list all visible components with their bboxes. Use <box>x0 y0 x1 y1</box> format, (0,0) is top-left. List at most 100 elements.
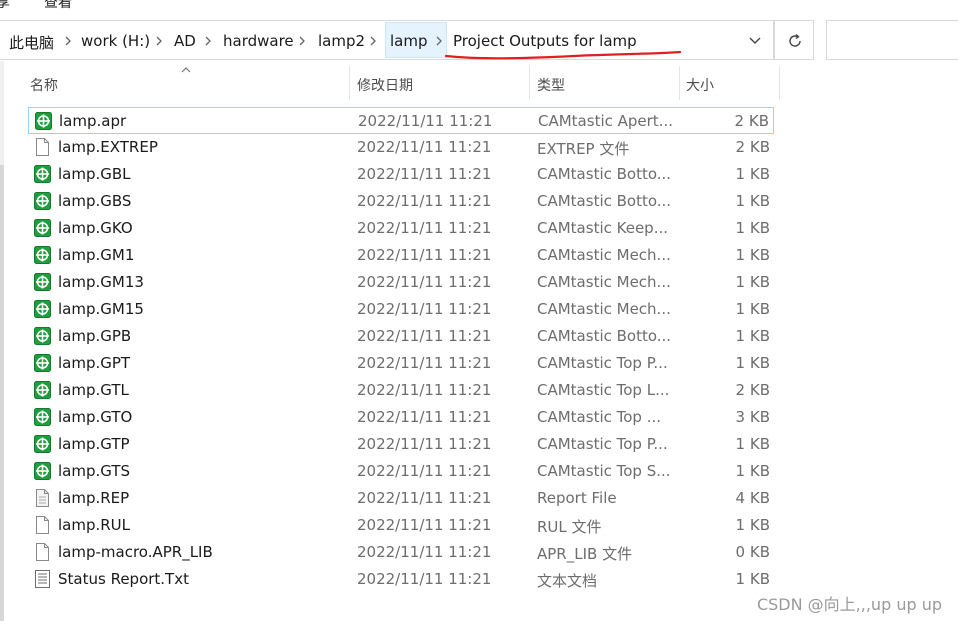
file-type: RUL 文件 <box>537 518 602 536</box>
file-row[interactable]: lamp.GKO 2022/11/11 11:21 CAMtastic Keep..… <box>28 215 774 242</box>
file-row[interactable]: lamp.GTO 2022/11/11 11:21 CAMtastic Top ..… <box>28 404 774 431</box>
cam-icon <box>34 165 51 183</box>
file-date: 2022/11/11 11:21 <box>357 570 492 588</box>
chevron-right-icon[interactable] <box>296 35 308 47</box>
file-type: CAMtastic Keep... <box>537 219 669 237</box>
file-size: 2 KB <box>735 138 770 156</box>
file-date: 2022/11/11 11:21 <box>357 138 492 156</box>
file-type: 文本文档 <box>537 572 598 590</box>
breadcrumb-hardware[interactable]: hardware <box>223 32 294 50</box>
file-type: CAMtastic Top P... <box>537 435 668 453</box>
file-icon <box>34 516 51 534</box>
file-type: EXTREP 文件 <box>537 140 630 158</box>
column-header-date[interactable]: 修改日期 <box>357 66 527 100</box>
file-date: 2022/11/11 11:21 <box>357 327 492 345</box>
red-underline-annotation <box>444 50 682 60</box>
cam-icon <box>34 354 51 372</box>
file-name: lamp.apr <box>59 112 127 130</box>
file-row[interactable]: lamp-macro.APR_LIB 2022/11/11 11:21 APR_LI… <box>28 539 774 566</box>
file-row[interactable]: lamp.GTL 2022/11/11 11:21 CAMtastic Top L.… <box>28 377 774 404</box>
file-name: lamp.GKO <box>58 219 133 237</box>
file-name: lamp.GTO <box>58 408 133 426</box>
chevron-right-icon[interactable] <box>367 35 379 47</box>
watermark: CSDN @向上,,,up up up <box>756 595 942 614</box>
column-header-type[interactable]: 类型 <box>537 66 677 100</box>
file-icon <box>34 543 51 561</box>
breadcrumb-work-drive[interactable]: work (H:) <box>81 32 150 50</box>
file-type: CAMtastic Top L... <box>537 381 670 399</box>
chevron-down-icon[interactable] <box>748 35 762 47</box>
file-date: 2022/11/11 11:21 <box>357 165 492 183</box>
chevron-right-icon[interactable] <box>62 35 74 47</box>
file-size: 3 KB <box>735 408 770 426</box>
file-size: 1 KB <box>735 273 770 291</box>
file-row[interactable]: lamp.GTS 2022/11/11 11:21 CAMtastic Top S.… <box>28 458 774 485</box>
file-row[interactable]: lamp.REP 2022/11/11 11:21 Report File 4 KB <box>28 485 774 512</box>
file-date: 2022/11/11 11:21 <box>357 246 492 264</box>
file-row[interactable]: lamp.GPT 2022/11/11 11:21 CAMtastic Top P.… <box>28 350 774 377</box>
file-size: 1 KB <box>735 300 770 318</box>
file-name: lamp.GM13 <box>58 273 144 291</box>
file-row[interactable]: lamp.EXTREP 2022/11/11 11:21 EXTREP 文件 2 KB <box>28 134 774 161</box>
file-name: lamp-macro.APR_LIB <box>58 543 213 561</box>
file-icon <box>34 138 51 156</box>
cam-icon <box>34 273 51 291</box>
file-size: 1 KB <box>735 246 770 264</box>
file-row[interactable]: lamp.GBS 2022/11/11 11:21 CAMtastic Botto.… <box>28 188 774 215</box>
file-date: 2022/11/11 11:21 <box>357 462 492 480</box>
cam-icon <box>34 435 51 453</box>
cam-icon <box>34 408 51 426</box>
chevron-right-icon[interactable] <box>202 35 214 47</box>
chevron-right-icon[interactable] <box>153 35 165 47</box>
file-name: Status Report.Txt <box>58 570 189 588</box>
file-type: CAMtastic Apert... <box>538 112 673 130</box>
report-file-icon <box>34 489 51 507</box>
breadcrumb-lamp[interactable]: lamp <box>390 32 428 50</box>
ribbon-tab-share[interactable]: 享 <box>0 0 10 10</box>
column-divider[interactable] <box>529 66 530 100</box>
column-header-size[interactable]: 大小 <box>686 66 778 100</box>
file-name: lamp.GTP <box>58 435 130 453</box>
file-size: 1 KB <box>735 165 770 183</box>
column-divider[interactable] <box>679 66 680 100</box>
cam-icon <box>34 327 51 345</box>
ribbon-tab-view[interactable]: 查看 <box>44 0 72 10</box>
file-name: lamp.GBL <box>58 165 131 183</box>
file-size: 1 KB <box>735 435 770 453</box>
file-row[interactable]: lamp.apr 2022/11/11 11:21 CAMtastic Apert.… <box>28 107 774 134</box>
file-size: 1 KB <box>735 327 770 345</box>
file-date: 2022/11/11 11:21 <box>357 408 492 426</box>
column-header-name[interactable]: 名称 <box>30 66 348 100</box>
file-row[interactable]: lamp.GBL 2022/11/11 11:21 CAMtastic Botto.… <box>28 161 774 188</box>
file-size: 1 KB <box>735 219 770 237</box>
file-type: CAMtastic Top P... <box>537 354 668 372</box>
file-row[interactable]: lamp.RUL 2022/11/11 11:21 RUL 文件 1 KB <box>28 512 774 539</box>
file-type: CAMtastic Top ... <box>537 408 662 426</box>
search-input[interactable] <box>826 20 958 60</box>
file-name: lamp.GPB <box>58 327 132 345</box>
cam-icon <box>35 112 52 130</box>
file-row[interactable]: lamp.GM15 2022/11/11 11:21 CAMtastic Mech.… <box>28 296 774 323</box>
file-type: CAMtastic Mech... <box>537 246 671 264</box>
file-date: 2022/11/11 11:21 <box>357 192 492 210</box>
file-name: lamp.EXTREP <box>58 138 158 156</box>
text-doc-icon <box>34 570 51 588</box>
file-row[interactable]: lamp.GPB 2022/11/11 11:21 CAMtastic Botto.… <box>28 323 774 350</box>
file-size: 1 KB <box>735 192 770 210</box>
file-row[interactable]: lamp.GTP 2022/11/11 11:21 CAMtastic Top P.… <box>28 431 774 458</box>
column-divider[interactable] <box>349 66 350 100</box>
file-size: 1 KB <box>735 516 770 534</box>
breadcrumb-this-pc[interactable]: 此电脑 <box>9 32 54 53</box>
cam-icon <box>34 300 51 318</box>
breadcrumb-ad[interactable]: AD <box>174 32 196 50</box>
file-size: 1 KB <box>735 462 770 480</box>
refresh-button[interactable] <box>774 20 814 60</box>
column-header-type-label: 类型 <box>537 78 565 94</box>
file-row[interactable]: lamp.GM1 2022/11/11 11:21 CAMtastic Mech..… <box>28 242 774 269</box>
file-row[interactable]: lamp.GM13 2022/11/11 11:21 CAMtastic Mech.… <box>28 269 774 296</box>
file-row[interactable]: Status Report.Txt 2022/11/11 11:21 文本文档 1 K… <box>28 566 774 593</box>
file-name: lamp.GPT <box>58 354 131 372</box>
breadcrumb-lamp2[interactable]: lamp2 <box>318 32 365 50</box>
column-divider[interactable] <box>779 66 780 100</box>
navigation-pane-scrollbar[interactable] <box>0 165 4 621</box>
